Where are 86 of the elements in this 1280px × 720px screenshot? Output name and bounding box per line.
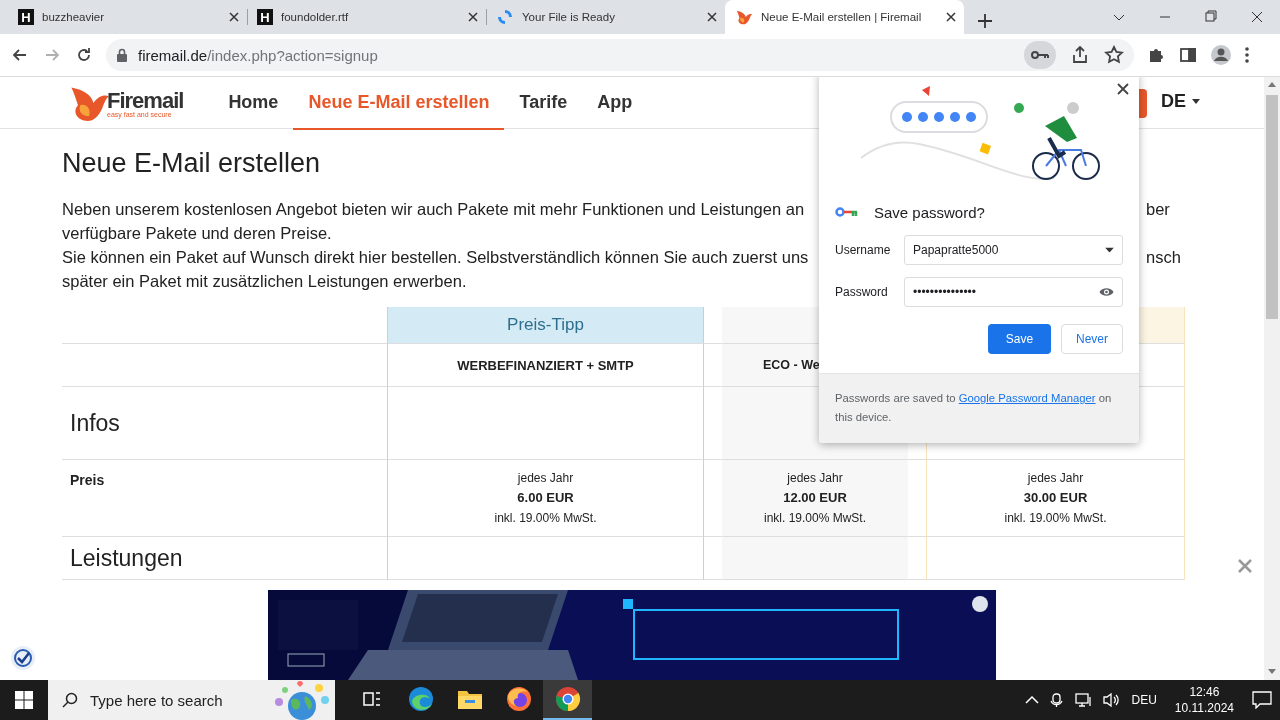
- price-amount: 30.00 EUR: [1023, 489, 1088, 507]
- close-icon[interactable]: [707, 12, 717, 22]
- network-icon[interactable]: [1075, 692, 1094, 708]
- side-panel-icon[interactable]: [1178, 45, 1198, 65]
- field-label: Username: [835, 243, 892, 257]
- tab-title: Your File is Ready: [522, 11, 615, 23]
- intro-text: Neben unserem kostenlosen Angebot bieten wir auch Pakete mit mehr Funktionen und Leistungen an: [62, 199, 805, 220]
- scroll-up-icon[interactable]: [1268, 82, 1276, 87]
- language-selector[interactable]: DE: [1161, 91, 1200, 112]
- section-title: Leistungen: [70, 544, 183, 572]
- edge-icon[interactable]: [407, 686, 434, 712]
- password-field[interactable]: •••••••••••••••: [904, 277, 1123, 307]
- key-icon: [835, 207, 858, 217]
- intro-text: später ein Paket mit zusätzlichen Leistungen erwerben.: [62, 271, 467, 292]
- notification-icon[interactable]: [1252, 691, 1272, 709]
- address-bar[interactable]: firemail.de/index.php?action=signup: [106, 39, 1134, 71]
- new-tab-icon[interactable]: [978, 14, 992, 28]
- chevron-up-icon[interactable]: [1025, 696, 1040, 704]
- search-field[interactable]: Type here to search: [48, 680, 335, 720]
- tab-title: buzzheavier: [42, 11, 104, 23]
- scroll-down-icon[interactable]: [1268, 669, 1276, 674]
- close-icon[interactable]: [229, 12, 239, 22]
- browser-tab[interactable]: Your File is Ready: [486, 0, 725, 34]
- tax-note: inkl. 19.00% MwSt.: [1004, 510, 1107, 527]
- browser-tab[interactable]: H buzzheavier: [8, 0, 247, 34]
- share-icon[interactable]: [1070, 45, 1090, 65]
- scrollbar[interactable]: [1264, 77, 1280, 680]
- close-icon[interactable]: [1117, 83, 1129, 95]
- plan-name: ECO - We: [763, 358, 820, 372]
- browser-tab[interactable]: Neue E-Mail erstellen | Firemail: [725, 0, 964, 34]
- banner-label: Preis-Tipp: [507, 315, 584, 335]
- logo-text: Firemail: [107, 87, 184, 113]
- key-icon[interactable]: [1024, 41, 1056, 69]
- language-indicator[interactable]: DEU: [1131, 693, 1157, 707]
- tab-title: Neue E-Mail erstellen | Firemail: [761, 11, 922, 23]
- intro-text: ber: [1145, 199, 1171, 220]
- windows-icon[interactable]: [15, 691, 33, 709]
- price-period: jedes Jahr: [517, 470, 574, 487]
- link[interactable]: Google Password Manager: [958, 392, 1096, 404]
- lock-icon: [116, 48, 128, 62]
- site-icon: H: [257, 9, 273, 25]
- field-label: Password: [835, 285, 889, 299]
- username-field[interactable]: Papapratte5000: [904, 235, 1123, 265]
- volume-icon[interactable]: [1103, 692, 1122, 708]
- save-button[interactable]: Save: [988, 324, 1051, 354]
- price-period: jedes Jahr: [1027, 470, 1084, 487]
- page-heading: Neue E-Mail erstellen: [62, 148, 322, 180]
- price-amount: 6.00 EUR: [517, 489, 574, 507]
- tax-note: inkl. 19.00% MwSt.: [763, 510, 866, 527]
- flame-icon: [735, 8, 753, 26]
- close-icon[interactable]: [946, 12, 956, 22]
- close-icon[interactable]: [468, 12, 478, 22]
- clock[interactable]: 12:46 10.11.2024: [1174, 684, 1234, 716]
- search-icon: [62, 692, 78, 708]
- star-icon[interactable]: [1104, 45, 1124, 65]
- nav-link[interactable]: App: [582, 77, 648, 130]
- site-icon: H: [18, 9, 34, 25]
- folder-icon[interactable]: [456, 688, 483, 710]
- price-period: jedes Jahr: [787, 470, 843, 487]
- never-button[interactable]: Never: [1061, 324, 1123, 354]
- nav-link[interactable]: Home: [213, 77, 294, 130]
- intro-text: nsch: [1145, 247, 1182, 268]
- dialog-title: Save password?: [874, 203, 985, 221]
- nav-link[interactable]: Neue E-Mail erstellen: [293, 77, 505, 130]
- plan-name: WERBEFINANZIERT + SMTP: [457, 357, 634, 373]
- tab-title: foundolder.rtf: [281, 11, 349, 23]
- browser-tab[interactable]: H foundolder.rtf: [247, 0, 486, 34]
- section-title: Infos: [70, 409, 120, 437]
- firefox-icon[interactable]: [505, 686, 532, 712]
- shield-check-icon: [10, 645, 36, 671]
- task-view-icon[interactable]: [361, 690, 382, 708]
- price-amount: 12.00 EUR: [783, 489, 847, 507]
- menu-icon[interactable]: [1244, 46, 1250, 64]
- refresh-icon: [496, 8, 514, 26]
- caret-icon[interactable]: [1105, 247, 1114, 253]
- eye-icon[interactable]: [1099, 287, 1114, 297]
- tax-note: inkl. 19.00% MwSt.: [494, 510, 597, 527]
- nav-link[interactable]: Tarife: [504, 77, 583, 130]
- caret-icon[interactable]: [1192, 99, 1200, 104]
- profile-icon[interactable]: [1210, 44, 1232, 66]
- intro-text: verfügbare Pakete und deren Preise.: [62, 223, 332, 244]
- info-text: Passwords are saved to Google Password Manager on this device.: [819, 373, 1139, 443]
- url-text: firemail.de/index.php?action=signup: [138, 46, 378, 64]
- intro-text: Sie können ein Paket auf Wunsch direkt hier bestellen. Selbstverständlich können Sie auch zuerst uns: [62, 247, 809, 268]
- row-label: Preis: [70, 472, 105, 488]
- chrome-icon[interactable]: [554, 686, 581, 712]
